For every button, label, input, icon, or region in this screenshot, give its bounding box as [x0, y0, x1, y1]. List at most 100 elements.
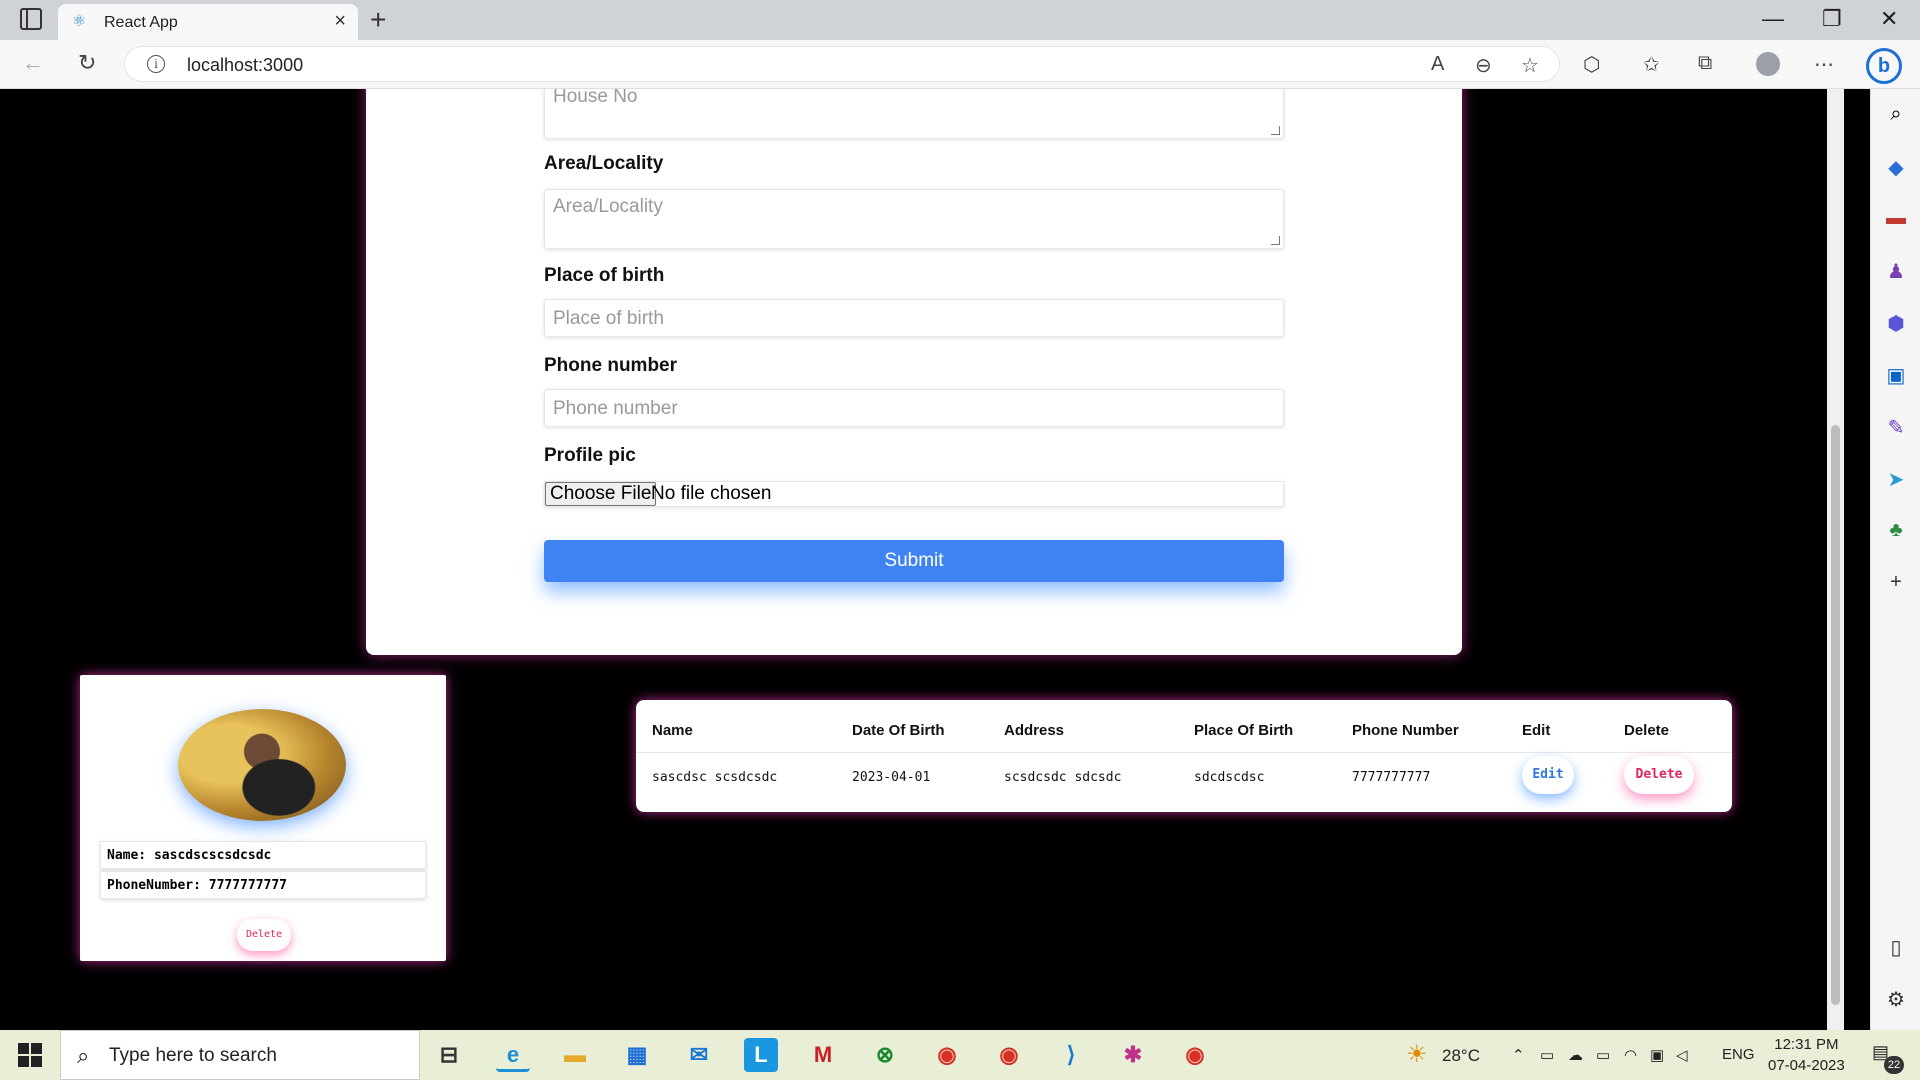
submit-button[interactable]: Submit — [544, 540, 1284, 582]
file-input[interactable]: Choose File No file chosen — [544, 481, 1284, 507]
page-content: House No Area/Locality Area/Locality Pla… — [0, 89, 1827, 1030]
scrollbar-thumb[interactable] — [1831, 425, 1840, 1005]
birthplace-label: Place of birth — [544, 265, 665, 286]
birthplace-input[interactable]: Place of birth — [544, 299, 1284, 337]
clock-time: 12:31 PM — [1774, 1036, 1839, 1053]
network-icon[interactable]: ▣ — [1650, 1046, 1664, 1064]
designer-icon[interactable]: ✎ — [1885, 415, 1907, 439]
taskbar-search[interactable]: ⌕ Type here to search — [60, 1030, 420, 1080]
react-icon: ⚛ — [72, 13, 87, 30]
weather-temp[interactable]: 28°C — [1442, 1046, 1480, 1066]
outlook-icon[interactable]: ▣ — [1885, 363, 1907, 387]
chrome-profile-k-icon[interactable]: ◉ — [992, 1038, 1026, 1072]
cell-name: sascdsc scsdcsdc — [652, 770, 778, 785]
taskbar: ⌕ Type here to search ⊟ e ▬ ▦ ✉ L M ⊗ ◉ … — [0, 1030, 1920, 1080]
chrome-icon[interactable]: ◉ — [930, 1038, 964, 1072]
clock[interactable]: 12:31 PM 07-04-2023 — [1768, 1034, 1845, 1076]
house-no-textarea[interactable]: House No — [544, 89, 1284, 139]
games-icon[interactable]: ♟ — [1885, 259, 1907, 283]
edge-app-icon[interactable]: e — [496, 1038, 530, 1072]
tab-actions-icon[interactable] — [20, 8, 42, 30]
profile-name: Name: sascdscscsdcsdc — [100, 841, 426, 869]
avatar — [178, 709, 346, 821]
vscode-icon[interactable]: ⟩ — [1054, 1038, 1088, 1072]
refresh-icon[interactable]: ↻ — [78, 50, 96, 76]
weather-icon[interactable]: ☀ — [1406, 1040, 1428, 1069]
search-icon: ⌕ — [77, 1043, 90, 1068]
office-icon[interactable]: ⬢ — [1885, 311, 1907, 335]
url-text[interactable]: localhost:3000 — [187, 55, 303, 76]
restore-button[interactable]: ❐ — [1822, 6, 1842, 32]
search-icon[interactable]: ⌕ — [1885, 103, 1907, 125]
mcafee-icon[interactable]: M — [806, 1038, 840, 1072]
tab-bar: ⚛ React App × + — ❐ ✕ — [0, 0, 1920, 40]
resize-grip-icon[interactable] — [1271, 236, 1280, 245]
area-label: Area/Locality — [544, 153, 664, 174]
house-no-placeholder: House No — [553, 89, 638, 107]
birthplace-placeholder: Place of birth — [553, 308, 664, 329]
resize-grip-icon[interactable] — [1271, 126, 1280, 135]
header-address: Address — [1004, 722, 1065, 739]
lens-app-icon[interactable]: L — [744, 1038, 778, 1072]
profile-phone: PhoneNumber: 7777777777 — [100, 871, 426, 899]
profile-pic-label: Profile pic — [544, 445, 636, 466]
speaker-icon[interactable]: ◁ — [1676, 1046, 1688, 1064]
add-icon[interactable]: + — [1885, 571, 1907, 593]
cell-place-of-birth: sdcdscdsc — [1194, 770, 1265, 785]
favorites-icon[interactable]: ✩ — [1643, 52, 1660, 77]
table-divider — [636, 752, 1732, 753]
header-edit: Edit — [1522, 722, 1551, 739]
cell-address: scsdcsdc sdcsdc — [1004, 770, 1122, 785]
close-tab-icon[interactable]: × — [334, 10, 346, 33]
phone-input[interactable]: Phone number — [544, 389, 1284, 427]
collections-icon[interactable]: ⧉ — [1698, 52, 1712, 75]
zoom-out-icon[interactable]: ⊖ — [1475, 53, 1492, 78]
url-field[interactable]: i localhost:3000 A ⊖ ☆ — [124, 46, 1560, 82]
notification-badge: 22 — [1884, 1056, 1904, 1074]
tools-icon[interactable]: ▬ — [1885, 207, 1907, 229]
area-textarea[interactable]: Area/Locality — [544, 189, 1284, 249]
tree-icon[interactable]: ♣ — [1885, 519, 1907, 541]
area-placeholder: Area/Locality — [553, 196, 663, 217]
store-icon[interactable]: ▦ — [620, 1038, 654, 1072]
bing-chat-icon[interactable]: b — [1866, 48, 1902, 84]
edit-button[interactable]: Edit — [1522, 756, 1574, 794]
delete-button[interactable]: Delete — [1624, 756, 1694, 794]
meet-icon[interactable]: ▭ — [1540, 1046, 1554, 1064]
choose-file-button[interactable]: Choose File — [545, 482, 657, 506]
split-view-icon[interactable]: ▯ — [1885, 935, 1907, 959]
page-scrollbar[interactable] — [1827, 89, 1844, 1030]
cell-phone: 7777777777 — [1352, 770, 1431, 785]
profile-avatar-icon[interactable] — [1756, 52, 1780, 76]
settings-gear-icon[interactable]: ⚙ — [1885, 987, 1907, 1011]
task-view-icon[interactable]: ⊟ — [432, 1038, 466, 1072]
records-table: Name Date Of Birth Address Place Of Birt… — [636, 700, 1732, 812]
header-place-of-birth: Place Of Birth — [1194, 722, 1294, 739]
language-indicator[interactable]: ENG — [1722, 1046, 1755, 1063]
wifi-icon[interactable]: ◠ — [1624, 1046, 1637, 1064]
windows-start-icon[interactable] — [18, 1043, 42, 1067]
mail-icon[interactable]: ✉ — [682, 1038, 716, 1072]
xbox-icon[interactable]: ⊗ — [868, 1038, 902, 1072]
chevron-up-icon[interactable]: ⌃ — [1512, 1046, 1525, 1064]
browser-tab[interactable]: ⚛ React App × — [58, 4, 358, 40]
battery-icon[interactable]: ▭ — [1596, 1046, 1610, 1064]
shopping-icon[interactable]: ◆ — [1885, 155, 1907, 179]
back-icon[interactable]: ← — [22, 50, 44, 76]
chrome-profile-a-icon[interactable]: ◉ — [1178, 1038, 1212, 1072]
site-info-icon[interactable]: i — [147, 55, 165, 73]
file-explorer-icon[interactable]: ▬ — [558, 1038, 592, 1072]
extensions-icon[interactable]: ⬡ — [1583, 52, 1600, 77]
cloud-icon[interactable]: ☁ — [1568, 1046, 1583, 1064]
minimize-button[interactable]: — — [1762, 6, 1784, 32]
add-favorite-icon[interactable]: ☆ — [1521, 53, 1539, 78]
send-icon[interactable]: ➤ — [1885, 467, 1907, 491]
read-aloud-icon[interactable]: A — [1431, 53, 1444, 76]
more-menu-icon[interactable]: ⋯ — [1814, 52, 1834, 77]
close-window-button[interactable]: ✕ — [1880, 6, 1898, 32]
header-dob: Date Of Birth — [852, 722, 945, 739]
new-tab-button[interactable]: + — [370, 4, 386, 36]
file-status: No file chosen — [651, 483, 772, 504]
profile-delete-button[interactable]: Delete — [237, 919, 291, 951]
slack-icon[interactable]: ✱ — [1116, 1038, 1150, 1072]
